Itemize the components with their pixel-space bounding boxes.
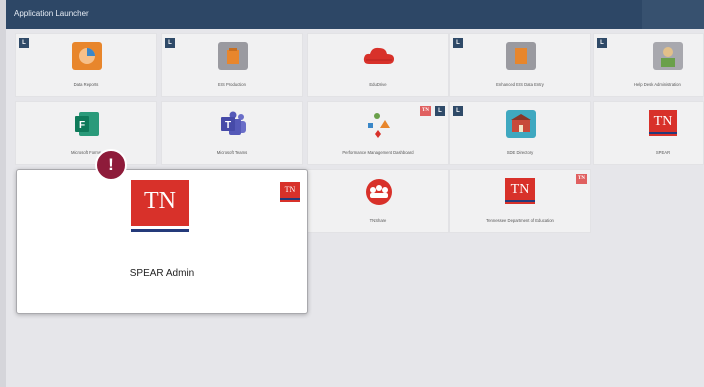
spear-admin-card[interactable]: TN TN SPEAR Admin xyxy=(16,169,308,314)
tn-logo-icon: TN xyxy=(131,180,189,232)
tile-edudrive[interactable]: EduDrive xyxy=(307,33,449,97)
tile-microsoft-teams[interactable]: T Microsoft Teams xyxy=(161,101,303,165)
tn-corner-badge: TN xyxy=(280,182,300,202)
left-edge xyxy=(0,0,6,387)
tn-logo-text: TN xyxy=(510,182,530,197)
data-reports-icon xyxy=(72,42,102,70)
tn-logo-icon: TN xyxy=(649,110,677,136)
header-right-area xyxy=(642,0,704,29)
tile-label: SDE Directory xyxy=(506,150,534,155)
l-badge: L xyxy=(435,106,445,116)
tn-badge: TN xyxy=(576,174,587,184)
tn-logo-icon: TN xyxy=(505,178,535,204)
tile-eis-production[interactable]: L EIS Production xyxy=(161,33,303,97)
app-name: SPEAR Admin xyxy=(129,268,195,279)
l-badge: L xyxy=(165,38,175,48)
tile-label: EduDrive xyxy=(369,82,387,87)
tn-logo-text: TN xyxy=(144,188,176,214)
tile-help-desk[interactable]: L Help Desk Administration xyxy=(593,33,704,97)
data-entry-icon xyxy=(506,42,536,70)
tn-badge: TN xyxy=(420,106,431,116)
tnshare-icon xyxy=(366,179,392,205)
tile-tn-dept-education[interactable]: TN TN Tennessee Department of Education xyxy=(449,169,591,233)
tile-performance-dashboard[interactable]: TN L Performance Management Dashboard xyxy=(307,101,449,165)
eis-production-icon xyxy=(218,42,248,70)
tile-label: Help Desk Administration xyxy=(634,82,681,87)
directory-icon xyxy=(506,110,536,138)
tile-label: Tennessee Department of Education xyxy=(486,218,554,223)
shapes-icon xyxy=(368,113,390,138)
tile-sde-directory[interactable]: L SDE Directory xyxy=(449,101,591,165)
help-desk-icon xyxy=(653,42,683,70)
tn-logo-stripe xyxy=(649,132,677,134)
tile-spear[interactable]: TN SPEAR xyxy=(593,101,704,165)
tn-logo-blue-stripe xyxy=(131,229,189,232)
tile-enhanced-eis[interactable]: L Enhanced EIS Data Entry xyxy=(449,33,591,97)
tile-label: Performance Management Dashboard xyxy=(342,150,414,155)
tile-label: Microsoft Forms xyxy=(70,150,101,155)
tn-logo-text: TN xyxy=(653,114,673,129)
tile-label: Microsoft Teams xyxy=(216,150,248,155)
tile-label: TNShare xyxy=(369,218,387,223)
page-title: Application Launcher xyxy=(14,9,89,18)
tile-microsoft-forms[interactable]: F Microsoft Forms xyxy=(15,101,157,165)
l-badge: L xyxy=(453,38,463,48)
l-badge: L xyxy=(19,38,29,48)
cloud-icon xyxy=(363,47,394,64)
tile-label: SPEAR xyxy=(655,150,671,155)
tile-data-reports[interactable]: L Data Reports xyxy=(15,33,157,97)
tile-label: Enhanced EIS Data Entry xyxy=(496,82,544,87)
header-bar: Application Launcher xyxy=(6,0,704,29)
teams-icon: T xyxy=(221,111,246,135)
tile-label: EIS Production xyxy=(218,82,246,87)
tn-corner-stripe xyxy=(280,198,300,200)
tile-tnshare[interactable]: TNShare xyxy=(307,169,449,233)
alert-icon: ! xyxy=(95,149,127,181)
l-badge: L xyxy=(597,38,607,48)
svg-text:F: F xyxy=(79,120,85,131)
app-window: Application Launcher L Data Reports L EI… xyxy=(0,0,704,387)
forms-icon: F xyxy=(75,112,99,136)
tn-logo-stripe xyxy=(505,200,535,202)
l-badge: L xyxy=(453,106,463,116)
tn-corner-text: TN xyxy=(284,185,296,194)
tile-label: Data Reports xyxy=(73,82,99,87)
svg-text:T: T xyxy=(225,120,231,131)
